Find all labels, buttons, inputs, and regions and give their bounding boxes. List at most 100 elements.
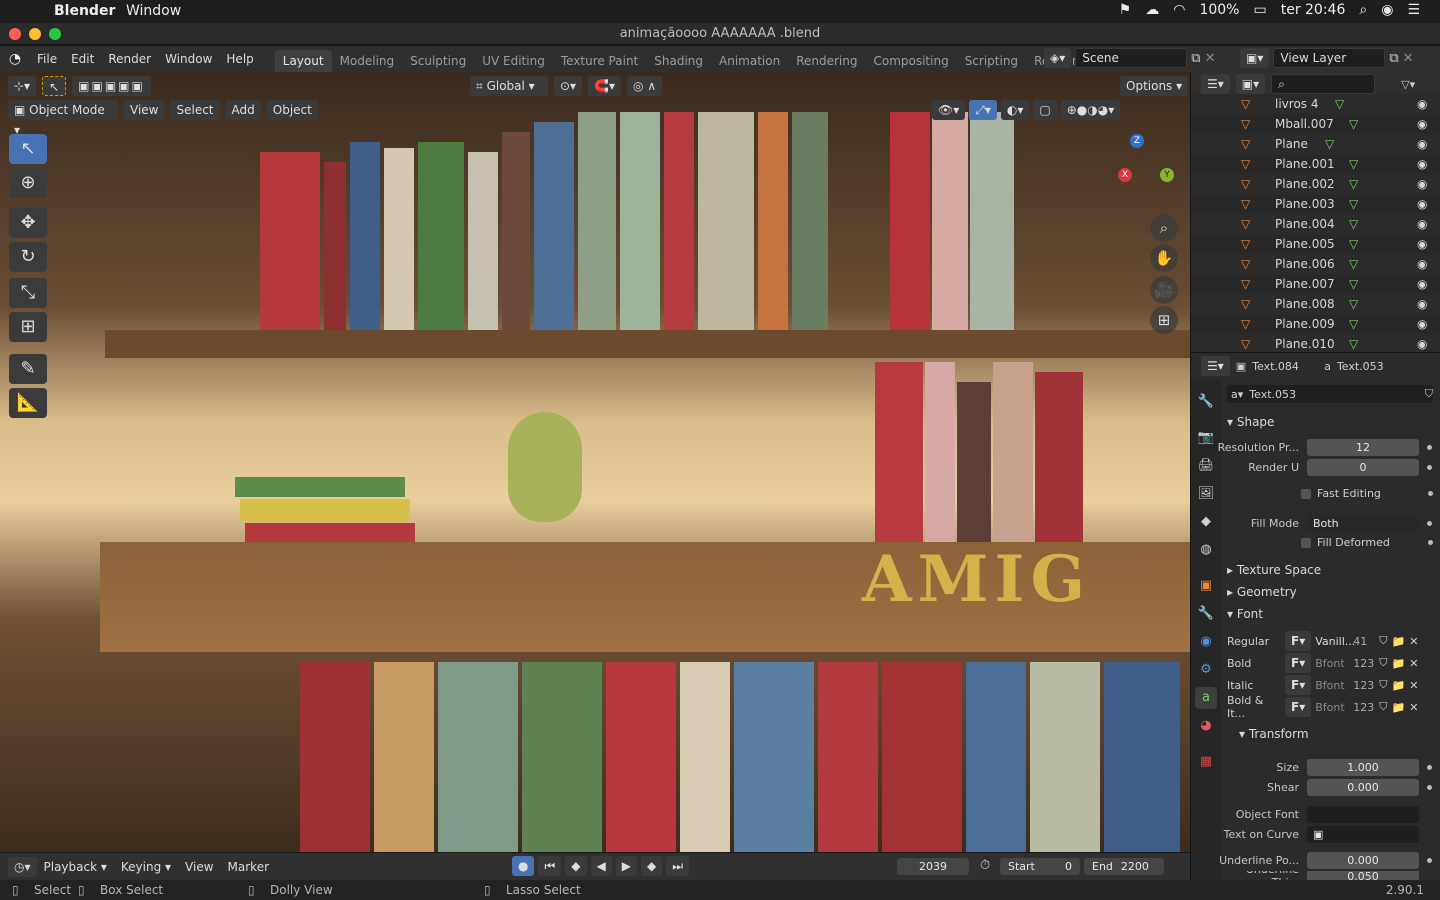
status-icon[interactable]: ⚑ <box>1119 2 1132 18</box>
siri-icon[interactable]: ◉ <box>1381 2 1393 18</box>
pivot-icon[interactable]: ⊙▾ <box>554 76 583 96</box>
object-font-field[interactable] <box>1307 806 1419 823</box>
outliner-item[interactable]: ▽ Plane.003 ▽ ◉ <box>1191 194 1440 214</box>
timeline-menu-marker[interactable]: Marker <box>221 854 276 880</box>
visibility-eye-icon[interactable]: ◉ <box>1417 297 1427 311</box>
fake-user-icon[interactable]: ⛉ <box>1379 634 1387 648</box>
font-browse-icon[interactable]: F▾ <box>1285 631 1312 651</box>
visibility-eye-icon[interactable]: ◉ <box>1417 197 1427 211</box>
visibility-eye-icon[interactable]: ◉ <box>1417 157 1427 171</box>
keyframe-dot[interactable] <box>1427 765 1432 770</box>
select-tool-icon[interactable]: ↖ <box>42 76 67 96</box>
fill-deformed-checkbox[interactable] <box>1301 537 1311 548</box>
spotlight-icon[interactable]: ⌕ <box>1359 2 1367 18</box>
view-layer-tab-icon[interactable]: 🖼 <box>1195 483 1217 505</box>
scale-tool-icon[interactable]: ⤡ <box>9 278 47 308</box>
constraint-tab-icon[interactable]: ⚙ <box>1195 659 1217 681</box>
context-data[interactable]: Text.053 <box>1337 360 1384 373</box>
tab-scripting[interactable]: Scripting <box>957 50 1026 72</box>
next-keyframe-icon[interactable]: ◆ <box>641 856 663 876</box>
scene-selector-icon[interactable]: ◈▾ <box>1044 48 1072 68</box>
prev-keyframe-icon[interactable]: ◆ <box>565 856 587 876</box>
visibility-eye-icon[interactable]: ◉ <box>1417 137 1427 151</box>
current-frame-field[interactable]: 2039 <box>897 858 969 875</box>
keyframe-dot[interactable] <box>1427 858 1432 863</box>
blender-logo-icon[interactable]: ◔ <box>0 51 30 67</box>
app-name[interactable]: Blender <box>54 3 115 19</box>
visibility-eye-icon[interactable]: ◉ <box>1417 317 1427 331</box>
transform-tool-icon[interactable]: ⊞ <box>9 312 47 342</box>
outliner-item[interactable]: ▽ Plane.005 ▽ ◉ <box>1191 234 1440 254</box>
camera-icon[interactable]: 🎥 <box>1150 276 1178 304</box>
outliner-item[interactable]: ▽ Plane.004 ▽ ◉ <box>1191 214 1440 234</box>
properties-editor-icon[interactable]: ☰▾ <box>1201 356 1230 376</box>
mode-selector[interactable]: ▣ Object Mode ▾ <box>8 100 118 137</box>
new-scene-icon[interactable]: ⧉ <box>1191 51 1200 66</box>
outliner-item[interactable]: ▽ Plane.006 ▽ ◉ <box>1191 254 1440 274</box>
font-browse-icon[interactable]: F▾ <box>1285 653 1312 673</box>
start-frame-field[interactable]: Start 0 <box>1000 858 1080 875</box>
outliner-item[interactable]: ▽ Plane ▽ ◉ <box>1191 134 1440 154</box>
section-texture-space[interactable]: ▸ Texture Space <box>1227 563 1321 577</box>
data-tab-icon[interactable]: a <box>1195 687 1217 709</box>
timeline-menu-keying[interactable]: Keying ▾ <box>114 854 178 880</box>
outliner-item[interactable]: ▽ Mball.007 ▽ ◉ <box>1191 114 1440 134</box>
visibility-eye-icon[interactable]: ◉ <box>1417 217 1427 231</box>
keyframe-dot[interactable] <box>1428 491 1433 496</box>
view-layer-icon[interactable]: ▣▾ <box>1240 48 1270 68</box>
context-object[interactable]: Text.084 <box>1252 360 1318 373</box>
select-box-tool-icon[interactable]: ↖ <box>9 134 47 164</box>
viewport-menu-select[interactable]: Select <box>170 100 220 120</box>
shear-field[interactable]: 0.000 <box>1307 779 1419 796</box>
z-axis-icon[interactable]: Z <box>1130 134 1144 148</box>
resolution-field[interactable]: 12 <box>1307 439 1419 456</box>
overlay-icon[interactable]: ◐▾ <box>1000 100 1030 120</box>
tab-layout[interactable]: Layout <box>274 50 332 72</box>
menu-render[interactable]: Render <box>101 46 158 72</box>
modifier-tab-icon[interactable]: 🔧 <box>1195 603 1217 625</box>
jump-end-icon[interactable]: ⏭ <box>666 856 690 876</box>
outliner-item[interactable]: ▽ Plane.007 ▽ ◉ <box>1191 274 1440 294</box>
timeline-menu-view[interactable]: View <box>178 854 220 880</box>
wifi-icon[interactable]: ◠ <box>1173 2 1185 18</box>
tab-rendering[interactable]: Rendering <box>788 50 865 72</box>
xray-icon[interactable]: ▢ <box>1033 100 1057 120</box>
measure-tool-icon[interactable]: 📐 <box>9 388 47 418</box>
snap-icon[interactable]: 🧲▾ <box>588 76 622 96</box>
fake-user-icon[interactable]: ⛉ <box>1425 387 1433 401</box>
cursor-tool-icon[interactable]: ⊕ <box>9 168 47 198</box>
menu-file[interactable]: File <box>30 46 64 72</box>
transform-orientation[interactable]: ⌗ Global ▾ <box>470 76 548 96</box>
menu-edit[interactable]: Edit <box>64 46 101 72</box>
viewport-menu-add[interactable]: Add <box>225 100 261 120</box>
unlink-font-icon[interactable]: ✕ <box>1409 657 1418 670</box>
physics-tab-icon[interactable]: ◉ <box>1195 631 1217 653</box>
x-axis-icon[interactable]: X <box>1118 168 1132 182</box>
outliner-search-input[interactable]: ⌕ <box>1271 74 1376 94</box>
text-on-curve-field[interactable]: ▣ <box>1307 826 1419 843</box>
creative-cloud-icon[interactable]: ☁ <box>1145 2 1159 18</box>
section-shape[interactable]: ▾ Shape <box>1227 415 1274 429</box>
zoom-icon[interactable]: ⌕ <box>1150 214 1178 242</box>
font-bold-name[interactable]: Bfont <box>1315 657 1349 670</box>
render-tab-icon[interactable]: 📷 <box>1195 427 1217 449</box>
outliner-item[interactable]: ▽ livros 4 ▽ ◉ <box>1191 94 1440 114</box>
tab-animation[interactable]: Animation <box>711 50 788 72</box>
texture-tab-icon[interactable]: ▦ <box>1195 751 1217 773</box>
menu-help[interactable]: Help <box>219 46 260 72</box>
size-field[interactable]: 1.000 <box>1307 759 1419 776</box>
fill-mode-dropdown[interactable]: Both <box>1307 515 1419 532</box>
object-tab-icon[interactable]: ▣ <box>1195 575 1217 597</box>
visibility-eye-icon[interactable]: ◉ <box>1417 97 1427 111</box>
new-view-layer-icon[interactable]: ⧉ <box>1389 51 1398 66</box>
annotate-tool-icon[interactable]: ✎ <box>9 354 47 384</box>
filter-icon[interactable]: ▽▾ <box>1401 78 1415 91</box>
move-tool-icon[interactable]: ✥ <box>9 208 47 238</box>
font-italic-name[interactable]: Bfont <box>1315 679 1349 692</box>
fast-editing-checkbox[interactable] <box>1301 488 1311 499</box>
shading-modes-icon[interactable]: ⊕●◑◕▾ <box>1060 100 1121 120</box>
unlink-font-icon[interactable]: ✕ <box>1409 635 1418 648</box>
end-frame-field[interactable]: End 2200 <box>1084 858 1164 875</box>
scene-field[interactable]: Scene <box>1075 48 1188 68</box>
keyframe-dot[interactable] <box>1427 445 1432 450</box>
